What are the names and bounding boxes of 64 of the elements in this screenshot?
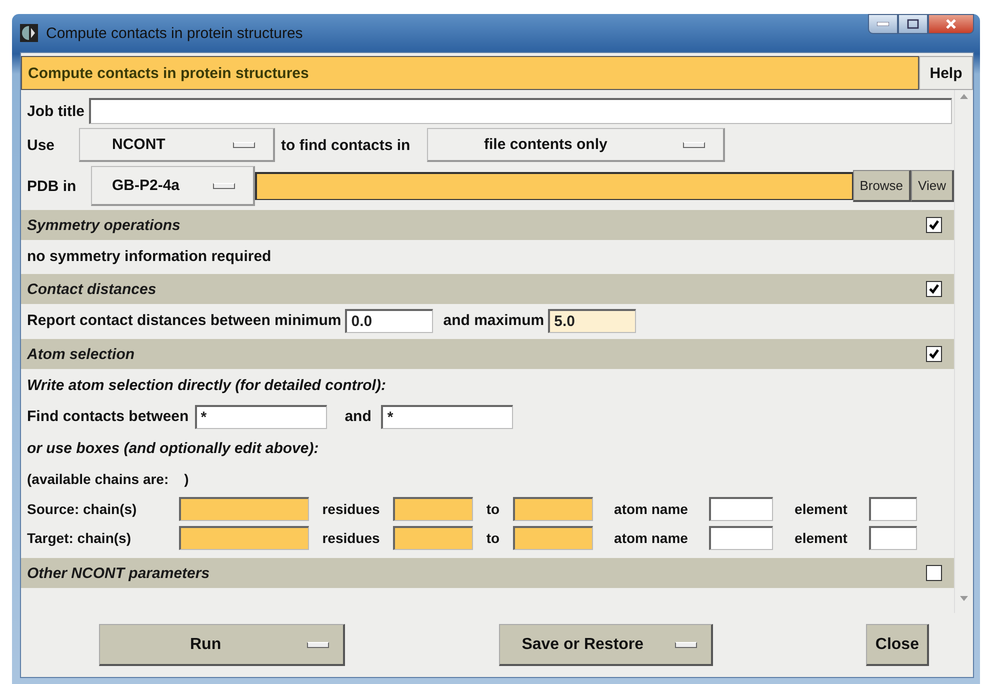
maximize-icon — [907, 19, 919, 29]
minimum-field[interactable]: 0.0 — [345, 308, 434, 332]
field-label: Source: chain(s) — [27, 500, 138, 516]
chain-field[interactable] — [179, 496, 309, 520]
field-label: atom name — [613, 500, 689, 516]
section-checkbox[interactable] — [926, 281, 942, 297]
instruction-text: Write atom selection directly (for detailed control): — [27, 376, 386, 394]
residue-field[interactable] — [513, 526, 593, 550]
field-label: to — [485, 500, 501, 516]
field-label: Find contacts between — [27, 408, 189, 425]
instruction-text: or use boxes (and optionally edit above): — [27, 440, 319, 456]
section-checkbox[interactable] — [926, 565, 942, 581]
job-title-field[interactable] — [88, 98, 952, 124]
field-label: Target: chain(s) — [27, 530, 132, 546]
field-label: and — [344, 408, 372, 425]
field-label: Use — [27, 136, 56, 154]
section-checkbox[interactable] — [926, 217, 942, 233]
section-title: Atom selection — [27, 346, 135, 362]
browse-button[interactable]: Browse — [852, 170, 912, 202]
field-label: residues — [321, 500, 381, 516]
field-label: to find contacts in — [280, 136, 412, 154]
residue-field[interactable] — [393, 496, 473, 520]
close-dialog-button[interactable]: Close — [866, 624, 929, 666]
field-label: Job title — [27, 102, 85, 120]
save-restore-button[interactable]: Save or Restore — [498, 624, 713, 666]
section-title: Symmetry operations — [27, 216, 180, 234]
info-text: (available chains are: ) — [27, 471, 189, 487]
task-title: Compute contacts in protein structures — [21, 56, 919, 90]
minimize-icon — [877, 22, 889, 26]
field-label: PDB in — [27, 178, 78, 194]
residue-field[interactable] — [393, 526, 473, 550]
selection-field[interactable]: * — [381, 404, 514, 428]
help-button[interactable]: Help — [919, 56, 973, 90]
window-title: Compute contacts in protein structures — [46, 24, 303, 42]
program-dropdown[interactable]: NCONT — [79, 128, 275, 162]
atom-name-field[interactable] — [709, 526, 773, 550]
view-button[interactable]: View — [911, 170, 954, 202]
maximize-button[interactable] — [898, 14, 928, 34]
chain-field[interactable] — [179, 526, 309, 550]
selection-field[interactable]: * — [194, 404, 327, 428]
close-button[interactable] — [928, 14, 974, 34]
field-label: and maximum — [443, 312, 544, 329]
info-text: no symmetry information required — [27, 248, 272, 264]
field-label: element — [794, 500, 848, 516]
field-label: atom name — [613, 530, 689, 546]
field-label: residues — [321, 530, 381, 546]
field-label: Report contact distances between minimum — [27, 312, 342, 329]
section-checkbox[interactable] — [926, 346, 942, 362]
maximum-field[interactable]: 5.0 — [548, 308, 636, 332]
residue-field[interactable] — [513, 496, 593, 520]
app-icon — [20, 24, 38, 42]
section-title: Other NCONT parameters — [27, 564, 210, 582]
minimize-button[interactable] — [868, 14, 898, 34]
field-label: to — [485, 530, 501, 546]
field-label: element — [794, 530, 848, 546]
section-title: Contact distances — [27, 280, 156, 298]
close-icon — [945, 18, 957, 30]
element-field[interactable] — [869, 496, 917, 520]
element-field[interactable] — [869, 526, 917, 550]
atom-name-field[interactable] — [709, 496, 773, 520]
pdb-file-field[interactable] — [255, 172, 853, 200]
run-button[interactable]: Run — [99, 624, 345, 666]
project-dropdown[interactable]: GB-P2-4a — [91, 166, 255, 206]
source-dropdown[interactable]: file contents only — [427, 128, 725, 162]
